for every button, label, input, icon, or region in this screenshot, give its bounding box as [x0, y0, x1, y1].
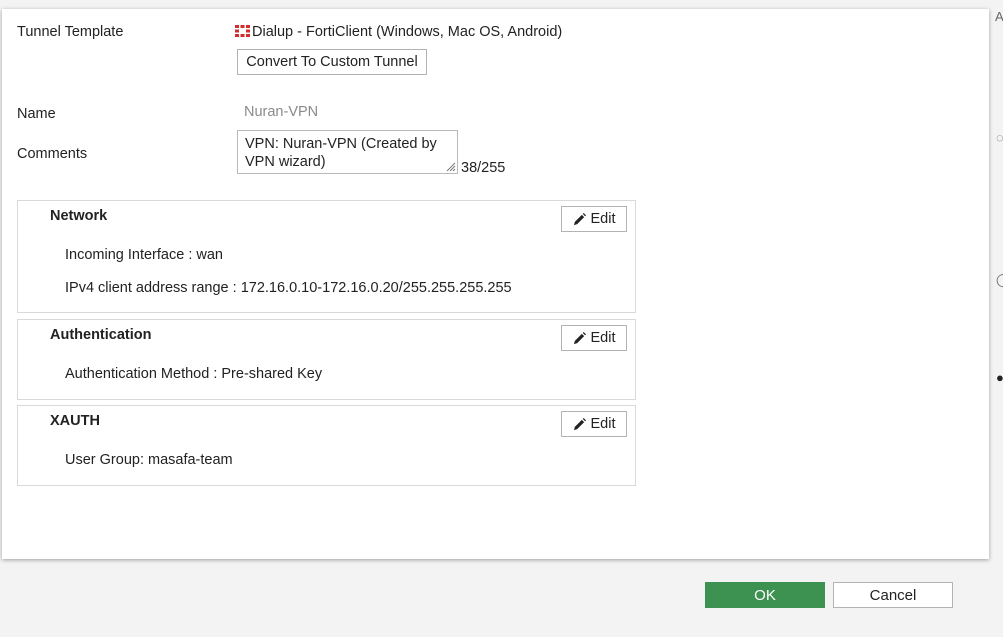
xauth-section: XAUTH Edit User Group: masafa-team — [17, 405, 636, 486]
comments-label: Comments — [17, 146, 88, 162]
edit-xauth-button[interactable]: Edit — [561, 411, 627, 437]
name-label: Name — [17, 106, 56, 122]
name-value: Nuran-VPN — [244, 104, 319, 120]
detail-incoming-interface: Incoming Interface : wan — [65, 247, 223, 263]
clipped-info-icon: ◯ — [996, 272, 1003, 288]
ok-button[interactable]: OK — [705, 582, 825, 608]
pencil-icon — [573, 331, 586, 344]
edit-network-button[interactable]: Edit — [561, 206, 627, 232]
comments-text: VPN: Nuran-VPN (Created by VPN wizard) — [245, 136, 437, 170]
detail-authentication-method: Authentication Method : Pre-shared Key — [65, 366, 323, 382]
cancel-button[interactable]: Cancel — [833, 582, 953, 608]
resize-grip-icon[interactable] — [444, 160, 456, 172]
edit-label: Edit — [590, 416, 616, 432]
section-title-network: Network — [50, 208, 108, 224]
pencil-icon — [573, 212, 586, 225]
clipped-edge-icon: ◌ — [996, 130, 1003, 145]
pencil-icon — [573, 417, 586, 430]
edit-authentication-button[interactable]: Edit — [561, 325, 627, 351]
section-title-xauth: XAUTH — [50, 413, 100, 429]
convert-to-custom-tunnel-button[interactable]: Convert To Custom Tunnel — [237, 49, 427, 75]
network-section: Network Edit Incoming Interface : wan IP… — [17, 200, 636, 313]
clipped-edge-icon: ● — [996, 370, 1003, 385]
clipped-edge-glyph: A — [995, 9, 1003, 24]
comments-textarea[interactable]: VPN: Nuran-VPN (Created by VPN wizard) — [237, 130, 458, 174]
edit-label: Edit — [590, 211, 616, 227]
section-title-authentication: Authentication — [50, 327, 152, 343]
detail-ipv4-client-range: IPv4 client address range : 172.16.0.10-… — [65, 280, 512, 296]
tunnel-template-value: Dialup - FortiClient (Windows, Mac OS, A… — [235, 24, 562, 40]
comments-char-counter: 38/255 — [461, 160, 506, 176]
tunnel-template-label: Tunnel Template — [17, 24, 124, 40]
tunnel-template-text: Dialup - FortiClient (Windows, Mac OS, A… — [252, 24, 563, 40]
fortinet-logo-icon — [235, 25, 250, 37]
authentication-section: Authentication Edit Authentication Metho… — [17, 319, 636, 400]
edit-label: Edit — [590, 330, 616, 346]
vpn-tunnel-dialog: Tunnel Template Dialup - FortiClient (Wi… — [2, 9, 989, 559]
detail-user-group: User Group: masafa-team — [65, 452, 233, 468]
